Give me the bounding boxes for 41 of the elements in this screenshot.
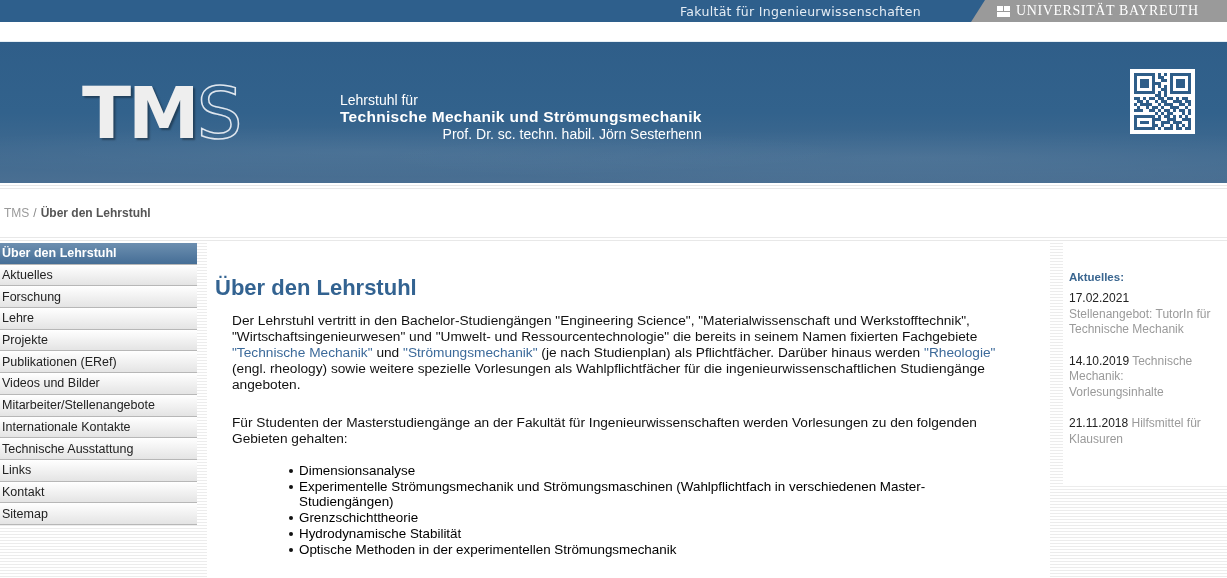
bullet-icon xyxy=(289,531,293,536)
page-title: Über den Lehrstuhl xyxy=(215,275,418,301)
nav-item[interactable]: Sitemap xyxy=(0,503,197,525)
nav-item[interactable]: Mitarbeiter/Stellenangebote xyxy=(0,394,197,417)
list-item: Experimentelle Strömungsmechanik und Strömungsmaschinen (Wahlpflichtfach in verschiedenen Master-Studiengängen) xyxy=(299,478,927,511)
news-link[interactable]: 14.10.2019 Technische Mechanik: Vorlesungsinhalte xyxy=(1069,353,1221,400)
nav-item[interactable]: Projekte xyxy=(0,329,197,352)
faculty-link[interactable]: Fakultät für Ingenieurwissenschaften xyxy=(680,3,921,19)
qr-code-icon xyxy=(1130,69,1195,134)
text-link[interactable]: "Strömungsmechanik" xyxy=(403,345,538,360)
nav-item[interactable]: Über den Lehrstuhl xyxy=(0,243,197,265)
news-link[interactable]: 21.11.2018 Hilfsmittel für Klausuren xyxy=(1069,416,1221,447)
bullet-icon xyxy=(289,469,293,473)
chair-label: Lehrstuhl für xyxy=(340,91,419,108)
list-item: Optische Methoden in der experimentellen Strömungsmechanik xyxy=(299,541,677,558)
breadcrumb-separator: / xyxy=(33,206,37,220)
news-link[interactable]: 17.02.2021 Stellenangebot: TutorIn für Technische Mechanik xyxy=(1069,291,1221,338)
paragraph: Der Lehrstuhl vertritt in den Bachelor-Studiengängen "Engineering Science", "Materialwissenschaft und Werkstofftechnik", "Wirtschaftsingenieurwesen" und "Umwelt- und Ressourcentechnologie" die bereits in seinem Namen fixierten Fachgebiete "Technische Mechanik" und "Strömungsmechanik" (je nach Studienplan) als Pflichtfächer. Darüber hinaus werden "Rheologie" (engl. rheology) sowie weitere spezielle Vorlesungen als Wahlpflichtfächer für die ingenieurwissenschaftlichen Studiengänge angeboten. xyxy=(232,313,997,393)
bullet-icon xyxy=(289,484,293,489)
nav-item[interactable]: Technische Ausstattung xyxy=(0,438,197,460)
tms-logo[interactable]: TMS xyxy=(82,76,340,149)
nav-item[interactable]: Links xyxy=(0,459,197,482)
chair-name: Technische Mechanik und Strömungsmechanik xyxy=(340,107,702,126)
nav-item[interactable]: Publikationen (ERef) xyxy=(0,351,197,374)
professor-name: Prof. Dr. sc. techn. habil. Jörn Sesterhenn xyxy=(441,125,702,142)
news-heading: Aktuelles: xyxy=(1069,271,1125,283)
text-link[interactable]: "Rheologie" xyxy=(924,345,996,360)
bullet-icon xyxy=(289,516,293,521)
nav-item[interactable]: Forschung xyxy=(0,286,197,309)
nav-item[interactable]: Lehre xyxy=(0,308,197,330)
list-item: Grenzschichttheorie xyxy=(299,510,419,526)
text-link[interactable]: "Technische Mechanik" xyxy=(232,345,373,360)
bullet-icon xyxy=(289,547,293,552)
list-item: Hydrodynamische Stabilität xyxy=(299,525,462,542)
nav-item[interactable]: Aktuelles xyxy=(0,264,197,287)
nav-item[interactable]: Internationale Kontakte xyxy=(0,416,197,439)
list-item: Dimensionsanalyse xyxy=(299,463,416,479)
nav-item[interactable]: Videos und Bilder xyxy=(0,373,197,395)
breadcrumb-link[interactable]: Über den Lehrstuhl xyxy=(40,206,151,220)
nav-item[interactable]: Kontakt xyxy=(0,481,197,504)
paragraph: Für Studenten der Masterstudiengänge an der Fakultät für Ingenieurwissenschaften werden Vorlesungen zu den folgenden Gebieten gehalten: xyxy=(232,415,978,447)
